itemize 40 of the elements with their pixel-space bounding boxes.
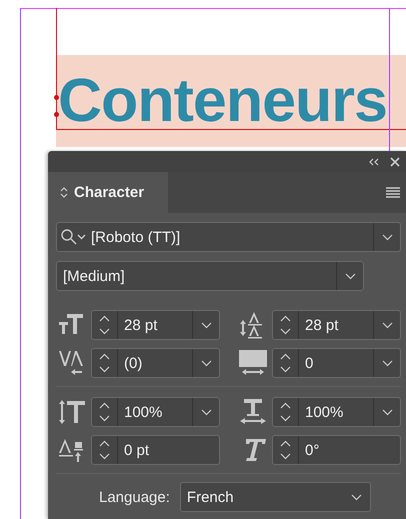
horizontal-scale-icon xyxy=(238,397,268,427)
stepper-icon xyxy=(99,439,110,461)
close-icon[interactable] xyxy=(390,156,400,166)
chevron-icon xyxy=(382,322,392,328)
stepper-field[interactable]: 0° xyxy=(272,435,401,465)
stepper-field[interactable]: 28 pt xyxy=(91,310,220,340)
chevron-icon xyxy=(382,408,392,416)
heading-text: Conteneurs xyxy=(58,74,387,126)
frame-handle xyxy=(54,95,59,100)
stepper-field[interactable]: 0 xyxy=(272,348,401,378)
collapse-icon[interactable] xyxy=(369,158,380,166)
frame-handle xyxy=(54,112,59,117)
language-dropdown[interactable]: French xyxy=(180,482,371,512)
chevron-icon xyxy=(200,408,212,416)
stepper-icon xyxy=(280,352,291,374)
font-family-dropdown[interactable]: [Roboto (TT)] xyxy=(56,222,401,252)
font-style-dropdown[interactable]: [Medium] xyxy=(56,261,364,291)
chevron-icon xyxy=(382,234,392,240)
panel-tab[interactable]: Character xyxy=(48,172,168,213)
search-icon xyxy=(61,229,87,245)
chevron-icon xyxy=(344,272,356,280)
stepper-icon xyxy=(99,314,110,336)
stepper-icon xyxy=(280,439,291,461)
menu-icon[interactable] xyxy=(386,187,400,198)
stepper-icon xyxy=(280,401,291,423)
stepper-field[interactable]: 28 pt xyxy=(272,310,401,340)
expand-collapse-icon xyxy=(60,186,68,199)
stepper-field[interactable]: 0 pt xyxy=(91,435,220,465)
chevron-icon xyxy=(350,494,362,500)
stepper-field[interactable]: (0) xyxy=(91,348,220,378)
stepper-icon xyxy=(99,401,110,423)
chevron-icon xyxy=(200,360,212,366)
chevron-icon xyxy=(382,360,392,366)
stepper-icon xyxy=(99,352,110,374)
tracking-icon xyxy=(238,348,268,378)
stepper-icon xyxy=(280,314,291,336)
stepper-field[interactable]: 100% xyxy=(91,397,220,427)
language-label: Language: xyxy=(99,488,170,506)
stepper-field[interactable]: 100% xyxy=(272,397,401,427)
chevron-icon xyxy=(200,322,212,328)
